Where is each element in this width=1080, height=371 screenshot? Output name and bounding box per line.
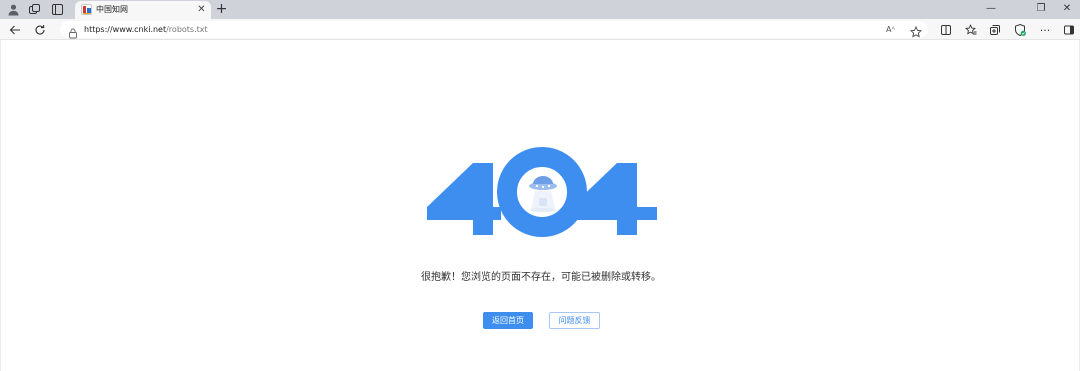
- browser-essentials-icon[interactable]: [1012, 22, 1028, 38]
- window-close-button[interactable]: ✕: [1060, 2, 1074, 16]
- tab-close-button[interactable]: ✕: [195, 3, 208, 16]
- refresh-button[interactable]: [32, 22, 48, 38]
- favorite-star-icon[interactable]: [909, 23, 923, 38]
- read-aloud-icon[interactable]: Aᴬ: [886, 24, 895, 35]
- active-tab[interactable]: 中国知网 ✕: [75, 1, 211, 19]
- favorites-icon[interactable]: [963, 22, 979, 38]
- lock-icon[interactable]: [68, 24, 78, 39]
- tab-title: 中国知网: [96, 5, 128, 14]
- vertical-tabs-icon[interactable]: [50, 2, 65, 17]
- workspaces-icon[interactable]: [27, 2, 42, 17]
- url-text: https://www.cnki.net/robots.txt: [84, 24, 208, 35]
- tab-strip: 中国知网 ✕ + — ❐ ✕: [0, 0, 1080, 19]
- digit-four-right-icon: [571, 163, 657, 235]
- restore-button[interactable]: ❐: [1034, 2, 1048, 16]
- url-path: /robots.txt: [166, 25, 208, 34]
- collections-icon[interactable]: [987, 22, 1003, 38]
- split-screen-icon[interactable]: [938, 22, 954, 38]
- error-message: 很抱歉！您浏览的页面不存在，可能已被删除或转移。: [421, 272, 661, 283]
- profile-icon[interactable]: [6, 2, 21, 17]
- address-bar[interactable]: https://www.cnki.net/robots.txt Aᴬ: [60, 21, 928, 39]
- feedback-button[interactable]: 问题反馈: [549, 312, 600, 329]
- new-tab-button[interactable]: +: [214, 2, 229, 17]
- back-button[interactable]: [7, 22, 23, 38]
- cnki-favicon-icon: [81, 4, 92, 15]
- ufo-icon: [529, 176, 557, 212]
- sidebar-toggle-icon[interactable]: [1061, 22, 1077, 38]
- return-home-button[interactable]: 返回首页: [483, 312, 533, 329]
- more-menu-button[interactable]: ···: [1037, 22, 1053, 38]
- browser-toolbar: https://www.cnki.net/robots.txt Aᴬ ···: [0, 19, 1080, 40]
- url-host: https://www.cnki.net: [84, 25, 167, 34]
- error-code-graphic: [421, 143, 661, 239]
- page-viewport: 很抱歉！您浏览的页面不存在，可能已被删除或转移。 返回首页 问题反馈: [0, 40, 1080, 371]
- minimize-button[interactable]: —: [984, 2, 998, 16]
- digit-four-left-icon: [427, 163, 501, 235]
